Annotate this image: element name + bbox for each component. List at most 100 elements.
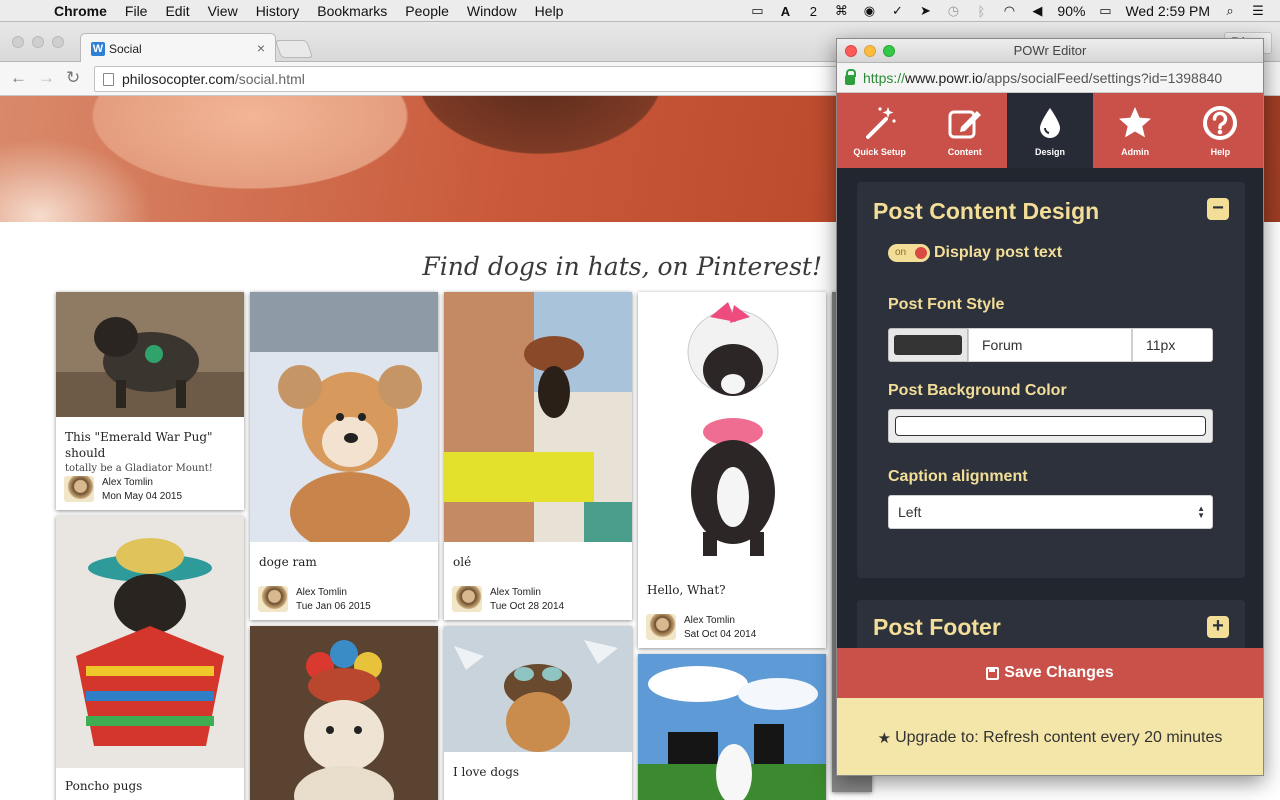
app-circle-icon[interactable]: ◉ bbox=[861, 3, 877, 19]
editor-window-controls bbox=[845, 45, 895, 57]
feed-card[interactable]: This "Emerald War Pug" should totally be… bbox=[56, 292, 244, 510]
spotlight-search-icon[interactable]: ⌕ bbox=[1222, 3, 1238, 19]
card-caption: olé bbox=[453, 555, 472, 569]
tab-close-icon[interactable]: × bbox=[257, 40, 265, 56]
caption-alignment-select[interactable]: Left ▲ ▼ bbox=[888, 495, 1213, 529]
caption-subtext: totally be a Gladiator Mount! bbox=[65, 463, 213, 474]
upgrade-banner[interactable]: ★ Upgrade to: Refresh content every 20 m… bbox=[837, 698, 1263, 775]
save-changes-button[interactable]: Save Changes bbox=[837, 648, 1263, 698]
forward-arrow-icon[interactable]: → bbox=[38, 68, 55, 88]
menu-file[interactable]: File bbox=[125, 3, 148, 19]
volume-icon[interactable]: ◀ bbox=[1029, 3, 1045, 19]
editor-tabs: Quick Setup Content Design Admin Help bbox=[837, 93, 1263, 168]
post-date: Tue Oct 28 2014 bbox=[490, 601, 565, 612]
url-path: /apps/socialFeed/settings?id=1398840 bbox=[982, 69, 1223, 86]
menu-view[interactable]: View bbox=[208, 3, 238, 19]
post-font-style-label: Post Font Style bbox=[888, 296, 1005, 313]
hat-bulldog-photo bbox=[250, 626, 438, 800]
collapse-section-button[interactable]: − bbox=[1207, 198, 1229, 220]
bluetooth-icon[interactable]: ᛒ bbox=[973, 3, 989, 19]
card-caption: Poncho pugs bbox=[65, 779, 143, 793]
menu-help[interactable]: Help bbox=[535, 3, 564, 19]
feed-card[interactable] bbox=[250, 626, 438, 800]
reload-icon[interactable]: ↻ bbox=[66, 68, 80, 88]
editor-zoom-button[interactable] bbox=[883, 45, 895, 57]
tab-title: Social bbox=[109, 41, 142, 56]
feed-card[interactable]: doge ram Alex Tomlin Tue Jan 06 2015 bbox=[250, 292, 438, 620]
feed-card[interactable]: Hello, What? Alex Tomlin Sat Oct 04 2014 bbox=[638, 292, 826, 648]
powr-editor-window: POWr Editor https://www.powr.io/apps/soc… bbox=[836, 38, 1264, 776]
font-size-input[interactable]: 11px bbox=[1132, 328, 1213, 362]
video-camera-icon[interactable]: ▭ bbox=[749, 3, 765, 19]
drop-icon bbox=[1039, 108, 1060, 138]
font-family-select[interactable]: Forum bbox=[968, 328, 1132, 362]
new-tab-button[interactable] bbox=[274, 40, 314, 58]
caption-alignment-value: Left bbox=[898, 504, 922, 520]
shiba-ram-photo bbox=[250, 292, 438, 542]
command-icon[interactable]: ⌘ bbox=[833, 3, 849, 19]
zoom-window-button[interactable] bbox=[52, 36, 64, 48]
aviator-dog-photo bbox=[444, 626, 632, 752]
feed-card[interactable]: olé Alex Tomlin Tue Oct 28 2014 bbox=[444, 292, 632, 620]
arrow-icon[interactable]: ➤ bbox=[917, 3, 933, 19]
tab-design[interactable]: Design bbox=[1007, 93, 1093, 168]
caption-alignment-label: Caption alignment bbox=[888, 468, 1028, 485]
back-arrow-icon[interactable]: ← bbox=[10, 68, 27, 88]
expand-section-button[interactable]: + bbox=[1207, 616, 1229, 638]
menu-people[interactable]: People bbox=[405, 3, 449, 19]
menu-window[interactable]: Window bbox=[467, 3, 517, 19]
browser-tab[interactable]: W Social × bbox=[80, 33, 276, 63]
clock[interactable]: Wed 2:59 PM bbox=[1125, 3, 1210, 19]
tab-help[interactable]: Help bbox=[1178, 93, 1263, 168]
battery-icon[interactable]: ▭ bbox=[1097, 3, 1113, 19]
display-post-text-switch[interactable]: on bbox=[888, 244, 930, 262]
editor-close-button[interactable] bbox=[845, 45, 857, 57]
time-machine-icon[interactable]: ◷ bbox=[945, 3, 961, 19]
adobe-icon[interactable]: A bbox=[777, 3, 793, 19]
editor-minimize-button[interactable] bbox=[864, 45, 876, 57]
post-font-style-controls: Forum 11px bbox=[888, 328, 1213, 362]
address-bar[interactable]: philosocopter.com/social.html bbox=[94, 66, 838, 92]
post-date: Tue Jan 06 2015 bbox=[296, 601, 371, 612]
url-path: /social.html bbox=[234, 71, 305, 87]
card-author: Alex Tomlin Tue Jan 06 2015 bbox=[258, 586, 371, 614]
background-color-picker[interactable] bbox=[888, 409, 1213, 443]
tab-quick-setup[interactable]: Quick Setup bbox=[837, 93, 922, 168]
feed-card[interactable]: I love dogs bbox=[444, 626, 632, 800]
author-name: Alex Tomlin bbox=[684, 615, 735, 626]
avatar bbox=[646, 614, 676, 640]
help-icon bbox=[1203, 106, 1238, 140]
menu-edit[interactable]: Edit bbox=[165, 3, 189, 19]
close-window-button[interactable] bbox=[12, 36, 24, 48]
tab-admin[interactable]: Admin bbox=[1093, 93, 1178, 168]
tab-content[interactable]: Content bbox=[922, 93, 1007, 168]
editor-settings-body: Post Content Design − on Display post te… bbox=[837, 168, 1263, 660]
wifi-icon[interactable]: ◠ bbox=[1001, 3, 1017, 19]
save-disk-icon bbox=[986, 666, 1000, 680]
notification-center-icon[interactable]: ☰ bbox=[1250, 3, 1266, 19]
font-color-swatch bbox=[894, 335, 962, 355]
post-date: Sat Oct 04 2014 bbox=[684, 629, 757, 640]
menu-history[interactable]: History bbox=[256, 3, 300, 19]
card-caption: Hello, What? bbox=[647, 583, 726, 597]
tab-label: Help bbox=[1210, 147, 1231, 157]
display-post-text-label: Display post text bbox=[934, 244, 1063, 261]
editor-address-bar[interactable]: https://www.powr.io/apps/socialFeed/sett… bbox=[837, 63, 1263, 93]
font-color-picker[interactable] bbox=[888, 328, 968, 362]
minimize-window-button[interactable] bbox=[32, 36, 44, 48]
author-meta: Alex Tomlin Mon May 04 2015 bbox=[102, 476, 182, 504]
badge-count: 2 bbox=[809, 3, 818, 19]
feed-card[interactable] bbox=[638, 654, 826, 800]
author-name: Alex Tomlin bbox=[102, 477, 153, 488]
menu-app-name[interactable]: Chrome bbox=[54, 3, 107, 19]
check-circle-icon[interactable]: ✓ bbox=[889, 3, 905, 19]
menu-bar: Chrome File Edit View History Bookmarks … bbox=[0, 0, 1280, 22]
tab-label: Quick Setup bbox=[853, 147, 906, 157]
feed-card[interactable]: Poncho pugs bbox=[56, 516, 244, 800]
menu-bookmarks[interactable]: Bookmarks bbox=[317, 3, 387, 19]
card-caption: This "Emerald War Pug" should totally be… bbox=[65, 429, 244, 477]
battery-percent: 90% bbox=[1057, 3, 1086, 19]
upgrade-label: Upgrade to: Refresh content every 20 min… bbox=[895, 728, 1223, 746]
card-author: Alex Tomlin Tue Oct 28 2014 bbox=[452, 586, 564, 614]
tab-label: Admin bbox=[1121, 147, 1150, 157]
